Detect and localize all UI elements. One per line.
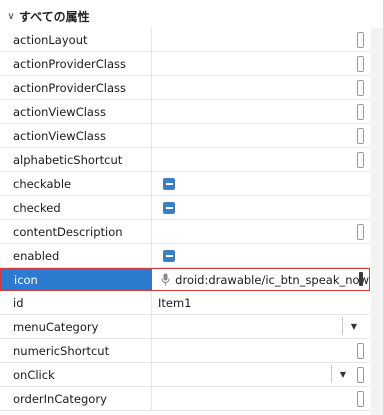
microphone-icon: [158, 273, 172, 286]
indeterminate-checkbox[interactable]: [163, 177, 175, 190]
property-row-actionLayout[interactable]: actionLayout: [0, 28, 370, 52]
indeterminate-checkbox[interactable]: [163, 249, 175, 262]
edit-handle-icon[interactable]: [357, 104, 364, 120]
section-header[interactable]: ∨ すべての属性: [0, 6, 383, 26]
property-name: checked: [0, 196, 152, 219]
property-row-alphabeticShortcut[interactable]: alphabeticShortcut: [0, 148, 370, 172]
property-name: alphabeticShortcut: [0, 148, 152, 171]
property-value-field[interactable]: [152, 76, 370, 99]
property-row-actionViewClass-2[interactable]: actionViewClass: [0, 124, 370, 148]
chevron-down-icon[interactable]: ∨: [3, 11, 19, 22]
edit-handle-icon[interactable]: [357, 152, 364, 168]
property-row-orderInCategory[interactable]: orderInCategory: [0, 387, 370, 411]
property-value-field[interactable]: [152, 339, 370, 362]
chevron-down-icon[interactable]: ▼: [331, 365, 354, 383]
property-name: onClick: [0, 363, 152, 386]
property-row-contentDescription[interactable]: contentDescription: [0, 220, 370, 244]
property-value-field[interactable]: Item1: [152, 291, 370, 314]
property-name: actionViewClass: [0, 100, 152, 123]
edit-handle-icon[interactable]: [357, 367, 364, 383]
property-name: icon: [1, 269, 153, 290]
property-value-field[interactable]: [152, 196, 370, 219]
property-name: orderInCategory: [0, 387, 152, 410]
property-value-field[interactable]: [152, 52, 370, 75]
edit-handle-icon[interactable]: [357, 391, 364, 407]
property-value-field[interactable]: [152, 244, 370, 267]
edit-handle-icon[interactable]: [357, 80, 364, 96]
property-row-actionProviderClass[interactable]: actionProviderClass: [0, 52, 370, 76]
indeterminate-checkbox[interactable]: [163, 201, 175, 214]
property-value-field[interactable]: [152, 172, 370, 195]
property-grid: actionLayout actionProviderClass actionP…: [0, 28, 370, 411]
text-scroll-handle[interactable]: [359, 272, 363, 286]
property-name: actionProviderClass: [0, 52, 152, 75]
property-value: Item1: [158, 295, 192, 310]
edit-handle-icon[interactable]: [357, 32, 364, 48]
property-name: menuCategory: [0, 315, 152, 338]
edit-handle-icon[interactable]: [357, 128, 364, 144]
property-name: enabled: [0, 244, 152, 267]
property-row-checkable[interactable]: checkable: [0, 172, 370, 196]
chevron-down-icon[interactable]: ▼: [342, 317, 365, 335]
property-row-id[interactable]: id Item1: [0, 291, 370, 315]
property-row-icon[interactable]: icon droid:drawable/ic_btn_speak_now: [0, 268, 370, 291]
property-name: checkable: [0, 172, 152, 195]
section-title: すべての属性: [19, 9, 90, 24]
property-value-field[interactable]: [152, 148, 370, 171]
property-name: actionViewClass: [0, 124, 152, 147]
vertical-scrollbar[interactable]: [371, 28, 383, 415]
property-value-field[interactable]: [152, 387, 370, 410]
property-row-enabled[interactable]: enabled: [0, 244, 370, 268]
property-row-actionProviderClass-2[interactable]: actionProviderClass: [0, 76, 370, 100]
property-name: id: [0, 291, 152, 314]
property-row-checked[interactable]: checked: [0, 196, 370, 220]
property-value-field[interactable]: [152, 124, 370, 147]
property-row-actionViewClass[interactable]: actionViewClass: [0, 100, 370, 124]
property-value: droid:drawable/ic_btn_speak_now: [175, 272, 369, 287]
property-name: numericShortcut: [0, 339, 152, 362]
attributes-panel: ∨ すべての属性 actionLayout actionProviderClas…: [0, 0, 384, 415]
property-name: contentDescription: [0, 220, 152, 243]
property-name: actionProviderClass: [0, 76, 152, 99]
property-value-field[interactable]: [152, 220, 370, 243]
property-row-numericShortcut[interactable]: numericShortcut: [0, 339, 370, 363]
property-row-onClick[interactable]: onClick ▼: [0, 363, 370, 387]
property-value-field[interactable]: ▼: [152, 363, 370, 386]
property-name: actionLayout: [0, 28, 152, 51]
property-value-field[interactable]: ▼: [152, 315, 370, 338]
edit-handle-icon[interactable]: [357, 56, 364, 72]
property-value-field[interactable]: [152, 28, 370, 51]
edit-handle-icon[interactable]: [357, 343, 364, 359]
edit-handle-icon[interactable]: [357, 224, 364, 240]
property-value-field[interactable]: [152, 100, 370, 123]
property-value-field[interactable]: droid:drawable/ic_btn_speak_now: [152, 269, 369, 290]
property-row-menuCategory[interactable]: menuCategory ▼: [0, 315, 370, 339]
